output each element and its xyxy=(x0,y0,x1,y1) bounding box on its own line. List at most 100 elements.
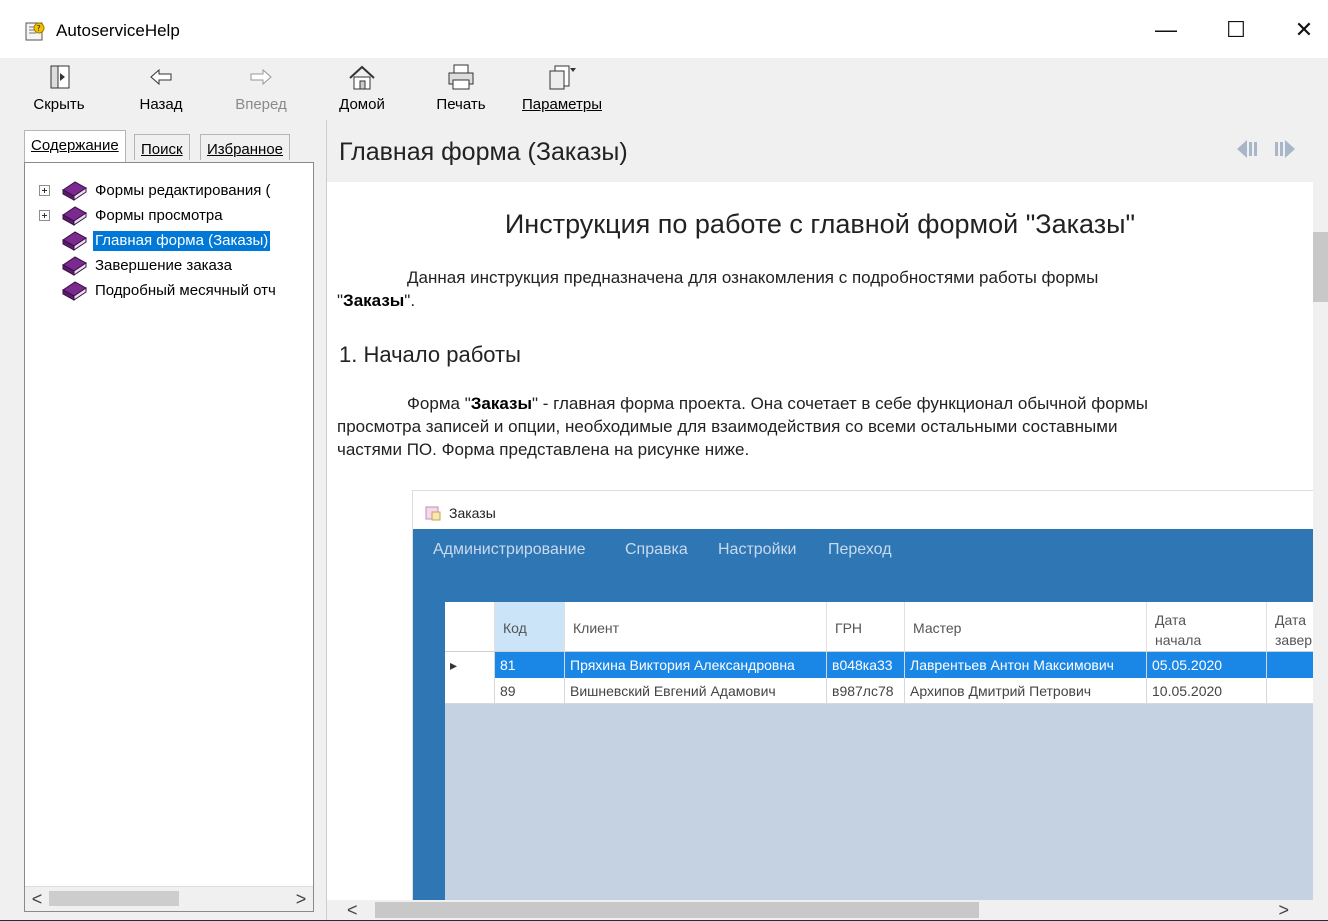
row-marker xyxy=(445,678,495,704)
previous-topic-icon[interactable] xyxy=(1234,136,1260,162)
column-header-plate: ГРН xyxy=(827,602,905,652)
cell-client: Вишневский Евгений Адамович xyxy=(565,678,827,704)
tree-item-label: Подробный месячный отч xyxy=(95,282,276,299)
menu-help: Справка xyxy=(625,541,688,558)
column-header-end-date: Дата завер xyxy=(1267,602,1313,652)
cell-master: Лаврентьев Антон Максимович xyxy=(905,652,1147,678)
expand-icon[interactable] xyxy=(39,210,50,221)
tree-item-label: Формы просмотра xyxy=(95,207,223,224)
table-row: ▸ 81 Пряхина Виктория Александровна в048… xyxy=(445,652,1313,678)
scroll-left-arrow[interactable]: < xyxy=(27,889,47,909)
screenshot-form-body: Администрирование Справка Настройки Пере… xyxy=(413,529,1313,900)
help-app-icon: ? xyxy=(25,22,45,41)
cell-code: 81 xyxy=(495,652,565,678)
column-header-master: Мастер xyxy=(905,602,1147,652)
p1-text-c: просмотра записей и опции, необходимые д… xyxy=(337,417,1118,436)
back-arrow-icon xyxy=(150,68,172,86)
home-button[interactable]: Домой xyxy=(329,60,395,118)
book-icon xyxy=(62,256,87,276)
tree-item-label: Завершение заказа xyxy=(95,257,232,274)
intro-text-a: Данная инструкция предназначена для озна… xyxy=(407,268,1099,287)
cell-end-date xyxy=(1267,678,1313,704)
column-header-start-date: Дата начала xyxy=(1147,602,1267,652)
scroll-thumb[interactable] xyxy=(49,891,179,906)
hide-pane-icon xyxy=(50,65,70,89)
svg-text:?: ? xyxy=(37,24,41,33)
p1-bold: Заказы xyxy=(470,394,532,413)
orders-grid: Код Клиент ГРН Мастер Дата начала Дата з… xyxy=(445,602,1313,900)
toolbar: Скрыть Назад Вперед Домой Печать Парамет… xyxy=(0,58,1328,120)
print-button[interactable]: Печать xyxy=(428,60,494,118)
contents-tree[interactable]: Формы редактирования ( Формы просмотра Г… xyxy=(24,162,314,912)
options-icon xyxy=(549,65,576,90)
options-button[interactable]: Параметры xyxy=(516,60,608,118)
book-icon xyxy=(62,181,87,201)
column-header-client: Клиент xyxy=(565,602,827,652)
cell-master: Архипов Дмитрий Петрович xyxy=(905,678,1147,704)
topic-horizontal-scrollbar[interactable]: < > xyxy=(327,900,1328,920)
scroll-left-arrow[interactable]: < xyxy=(347,900,358,921)
scroll-right-arrow[interactable]: > xyxy=(291,889,311,909)
horizontal-scroll-thumb[interactable] xyxy=(375,902,979,918)
window-title: AutoserviceHelp xyxy=(56,21,180,40)
p1-text-d: частями ПО. Форма представлена на рисунк… xyxy=(337,440,750,459)
intro-bold: Заказы xyxy=(343,291,405,310)
vertical-scroll-thumb[interactable] xyxy=(1313,232,1328,302)
screenshot-title: Заказы xyxy=(449,505,496,521)
print-label: Печать xyxy=(436,96,486,113)
cell-plate: в987лс78 xyxy=(827,678,905,704)
tree-item-label: Главная форма (Заказы) xyxy=(93,231,271,251)
forward-button[interactable]: Вперед xyxy=(228,60,294,118)
forward-label: Вперед xyxy=(235,96,287,113)
column-header-code: Код xyxy=(495,602,565,652)
topic-vertical-scrollbar[interactable] xyxy=(1313,182,1328,900)
title-bar[interactable]: ? AutoserviceHelp — ☐ ✕ xyxy=(0,0,1328,58)
grid-row-header xyxy=(445,602,495,652)
tree-item-label: Формы редактирования ( xyxy=(95,182,271,199)
hide-button[interactable]: Скрыть xyxy=(26,60,92,118)
menu-settings: Настройки xyxy=(718,541,797,558)
cell-start-date: 05.05.2020 xyxy=(1147,652,1267,678)
next-topic-icon[interactable] xyxy=(1272,136,1298,162)
maximize-button[interactable]: ☐ xyxy=(1206,10,1266,50)
close-button[interactable]: ✕ xyxy=(1274,10,1328,50)
cell-end-date xyxy=(1267,652,1313,678)
topic-pane: Главная форма (Заказы) Инструкция по раб… xyxy=(326,120,1328,920)
cell-start-date: 10.05.2020 xyxy=(1147,678,1267,704)
p1-text-b: " - главная форма проекта. Она сочетает … xyxy=(531,394,1149,413)
topic-content: Инструкция по работе с главной формой "З… xyxy=(327,182,1313,900)
book-icon xyxy=(62,206,87,226)
help-window: ? AutoserviceHelp — ☐ ✕ Скрыть Назад Впе… xyxy=(0,0,1328,920)
form-icon xyxy=(425,506,441,521)
minimize-button[interactable]: — xyxy=(1136,10,1196,50)
topic-title: Главная форма (Заказы) xyxy=(339,138,628,166)
cell-plate: в048ка33 xyxy=(827,652,905,678)
back-button[interactable]: Назад xyxy=(128,60,194,118)
printer-icon xyxy=(448,64,474,90)
topic-header: Главная форма (Заказы) xyxy=(327,120,1328,183)
orders-form-screenshot: Заказы Администрирование Справка Настрой… xyxy=(412,490,1313,900)
menu-admin: Администрирование xyxy=(433,541,586,558)
tab-contents[interactable]: Содержание xyxy=(24,130,126,162)
scroll-right-arrow[interactable]: > xyxy=(1278,900,1289,921)
section-heading: 1. Начало работы xyxy=(339,342,521,367)
table-row: 89 Вишневский Евгений Адамович в987лс78 … xyxy=(445,678,1313,704)
options-label: Параметры xyxy=(522,96,602,113)
home-label: Домой xyxy=(339,96,385,113)
book-icon xyxy=(62,281,87,301)
tree-horizontal-scrollbar[interactable]: < > xyxy=(25,886,313,911)
hide-label: Скрыть xyxy=(33,96,85,113)
p1-text-a: Форма " xyxy=(407,394,471,413)
tab-search[interactable]: Поиск xyxy=(134,134,190,160)
back-label: Назад xyxy=(139,96,183,113)
navigation-pane: Содержание Поиск Избранное Формы редакти… xyxy=(20,120,320,920)
forward-arrow-icon xyxy=(250,68,272,86)
intro-paragraph: Данная инструкция предназначена для озна… xyxy=(337,268,1099,310)
section1-paragraph: Форма "Заказы" - главная форма проекта. … xyxy=(337,392,1307,461)
topic-heading: Инструкция по работе с главной формой "З… xyxy=(504,209,1136,239)
cell-code: 89 xyxy=(495,678,565,704)
expand-icon[interactable] xyxy=(39,185,50,196)
book-icon xyxy=(62,231,87,251)
home-icon xyxy=(349,65,375,90)
tab-favorites[interactable]: Избранное xyxy=(200,134,291,160)
